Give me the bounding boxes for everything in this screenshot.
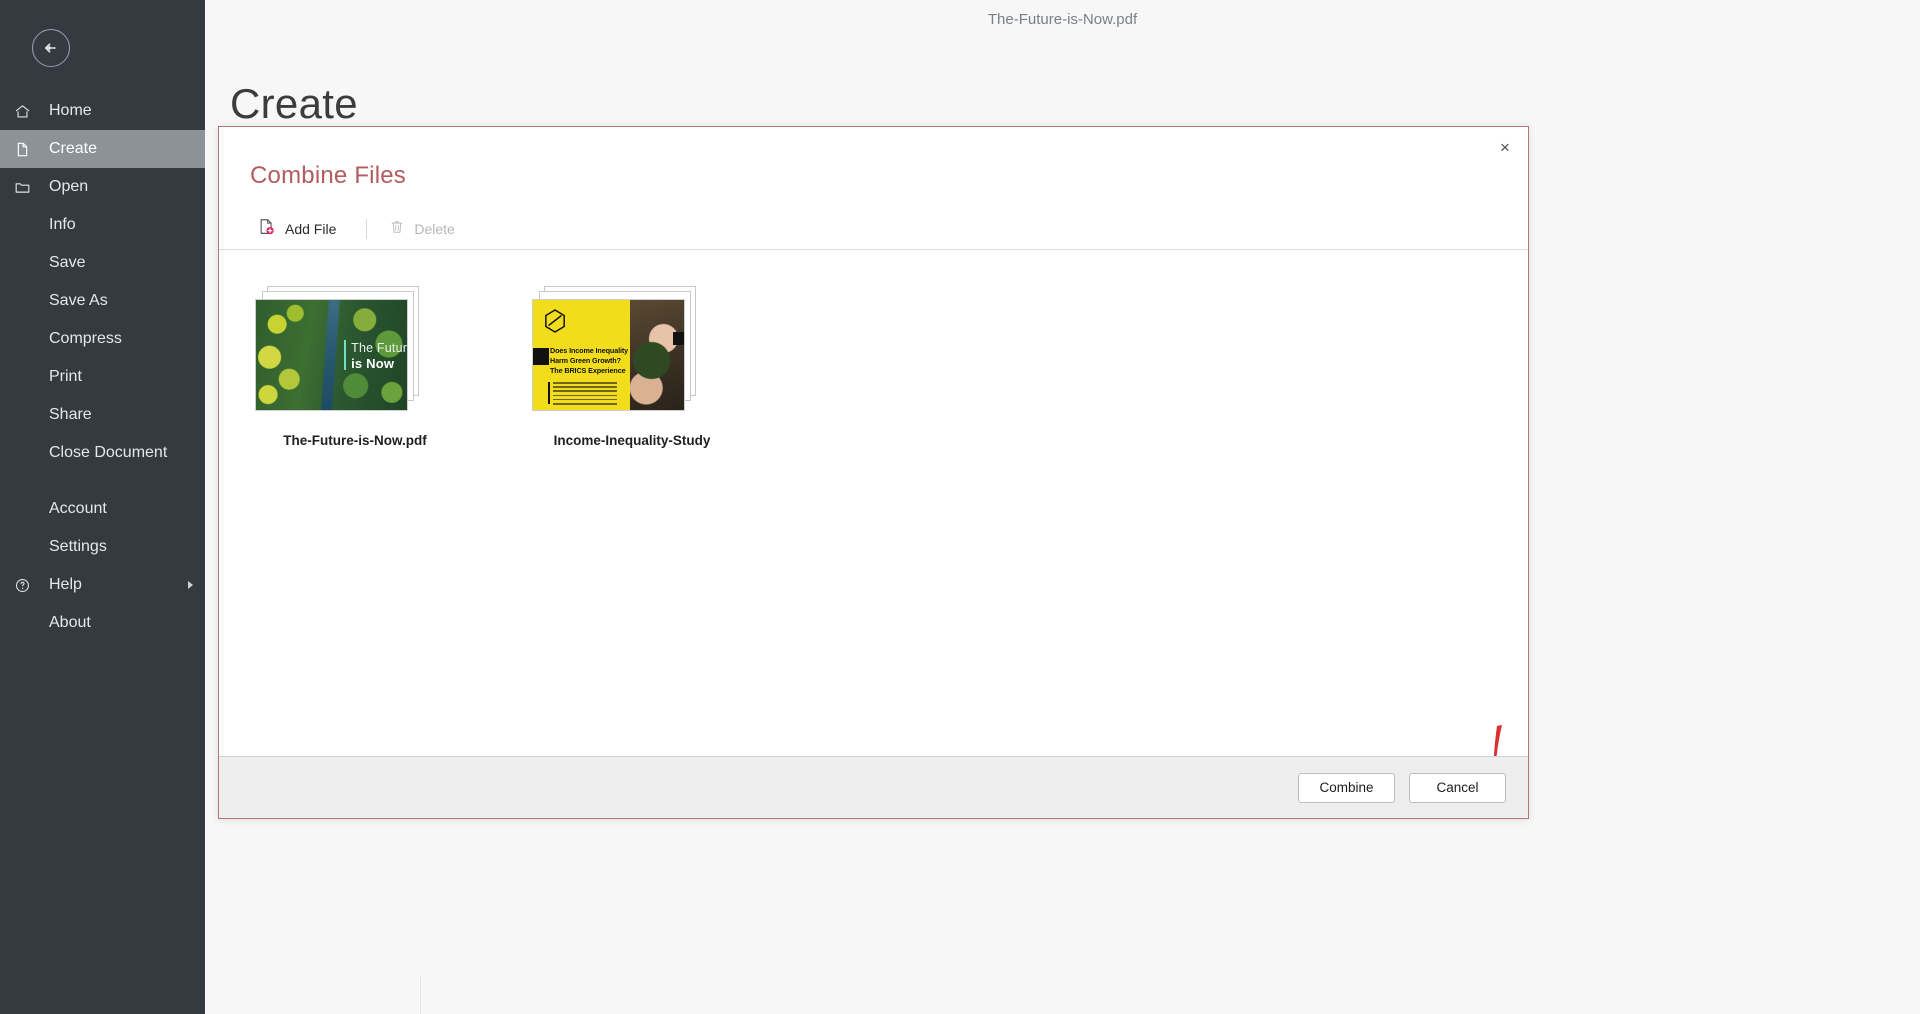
sidebar-item-save[interactable]: Save [0, 244, 205, 282]
cover-rule [548, 382, 550, 404]
combine-files-dialog: × Combine Files Add File [218, 126, 1529, 819]
delete-label: Delete [414, 221, 454, 237]
file-thumbnail: The Future is Now [255, 286, 455, 416]
dialog-footer: Combine Cancel [219, 756, 1528, 818]
trash-icon [389, 219, 405, 238]
sidebar-primary-list: Home Create Open Info [0, 92, 205, 642]
cover-title-line-2: is Now [351, 356, 394, 371]
toolbar-separator [366, 219, 367, 239]
file-name-label: The-Future-is-Now.pdf [255, 433, 455, 448]
cover-headline-2: Harm Green Growth? [550, 356, 621, 365]
black-notch [673, 332, 684, 345]
window-title: The-Future-is-Now.pdf [205, 11, 1920, 28]
arrow-left-circle-icon [42, 39, 60, 57]
back-button[interactable] [32, 29, 70, 67]
sidebar-item-label: Help [40, 576, 82, 594]
sidebar-item-label: Save [40, 254, 85, 272]
dialog-body: The Future is Now The-Future-is-Now.pdf [219, 250, 1528, 756]
combine-button[interactable]: Combine [1298, 773, 1395, 803]
hexagon-logo-icon [544, 309, 566, 333]
file-name-label: Income-Inequality-Study [532, 433, 732, 448]
sidebar-item-create[interactable]: Create [0, 130, 205, 168]
file-preview-page: The Future is Now [255, 299, 408, 411]
sidebar-item-print[interactable]: Print [0, 358, 205, 396]
cover-headline-1: Does Income Inequality [550, 346, 628, 355]
page-title: Create [230, 80, 358, 128]
sidebar-item-label: Settings [40, 538, 107, 556]
sidebar-item-label: About [40, 614, 91, 632]
add-file-button[interactable]: Add File [250, 214, 344, 244]
hands-photo [630, 300, 684, 410]
cover-headline-3: The BRICS Experience [550, 366, 626, 375]
file-preview-page: Does Income Inequality Harm Green Growth… [532, 299, 685, 411]
sidebar-item-share[interactable]: Share [0, 396, 205, 434]
sidebar-item-help[interactable]: Help [0, 566, 205, 604]
content-divider [420, 975, 421, 1014]
delete-button[interactable]: Delete [381, 214, 462, 244]
sidebar-item-label: Create [40, 140, 97, 158]
cover-left-panel: Does Income Inequality Harm Green Growth… [533, 300, 630, 410]
dialog-title: Combine Files [250, 162, 1528, 190]
black-accent-block [533, 348, 549, 365]
sidebar-item-about[interactable]: About [0, 604, 205, 642]
folder-icon [14, 177, 40, 197]
sidebar-item-save-as[interactable]: Save As [0, 282, 205, 320]
app-root: Home Create Open Info [0, 0, 1920, 1014]
sidebar-item-close-document[interactable]: Close Document [0, 434, 205, 472]
sidebar-item-label: Account [40, 500, 107, 518]
cover-title-line-1: The Future [351, 341, 408, 355]
river-shape [321, 299, 341, 411]
sidebar-item-settings[interactable]: Settings [0, 528, 205, 566]
file-list: The Future is Now The-Future-is-Now.pdf [255, 286, 1528, 448]
sidebar: Home Create Open Info [0, 0, 205, 1014]
file-card[interactable]: Does Income Inequality Harm Green Growth… [532, 286, 732, 448]
sidebar-item-label: Print [40, 368, 82, 386]
forest-cover-art: The Future is Now [256, 300, 407, 410]
chevron-right-icon [188, 581, 193, 589]
sidebar-item-account[interactable]: Account [0, 490, 205, 528]
cancel-button[interactable]: Cancel [1409, 773, 1506, 803]
sidebar-item-home[interactable]: Home [0, 92, 205, 130]
sidebar-item-label: Home [40, 102, 92, 120]
red-curved-down-arrow [1474, 720, 1528, 756]
sidebar-item-label: Share [40, 406, 92, 424]
home-icon [14, 101, 40, 121]
sidebar-divider-space [0, 472, 205, 490]
sidebar-item-compress[interactable]: Compress [0, 320, 205, 358]
sidebar-item-label: Info [40, 216, 76, 234]
sidebar-item-label: Open [40, 178, 88, 196]
brics-cover-art: Does Income Inequality Harm Green Growth… [533, 300, 684, 410]
sidebar-item-label: Compress [40, 330, 122, 348]
close-icon[interactable]: × [1488, 133, 1522, 161]
document-add-icon [258, 218, 276, 239]
document-icon [14, 139, 40, 159]
sidebar-item-open[interactable]: Open [0, 168, 205, 206]
cover-body-lines [553, 382, 617, 407]
add-file-label: Add File [285, 221, 336, 237]
sidebar-item-label: Close Document [40, 444, 167, 462]
sidebar-item-label: Save As [40, 292, 108, 310]
help-circle-icon [14, 575, 40, 595]
accent-bar [344, 340, 346, 370]
file-thumbnail: Does Income Inequality Harm Green Growth… [532, 286, 732, 416]
dialog-toolbar: Add File Delete [219, 208, 1528, 250]
file-card[interactable]: The Future is Now The-Future-is-Now.pdf [255, 286, 455, 448]
sidebar-item-info[interactable]: Info [0, 206, 205, 244]
